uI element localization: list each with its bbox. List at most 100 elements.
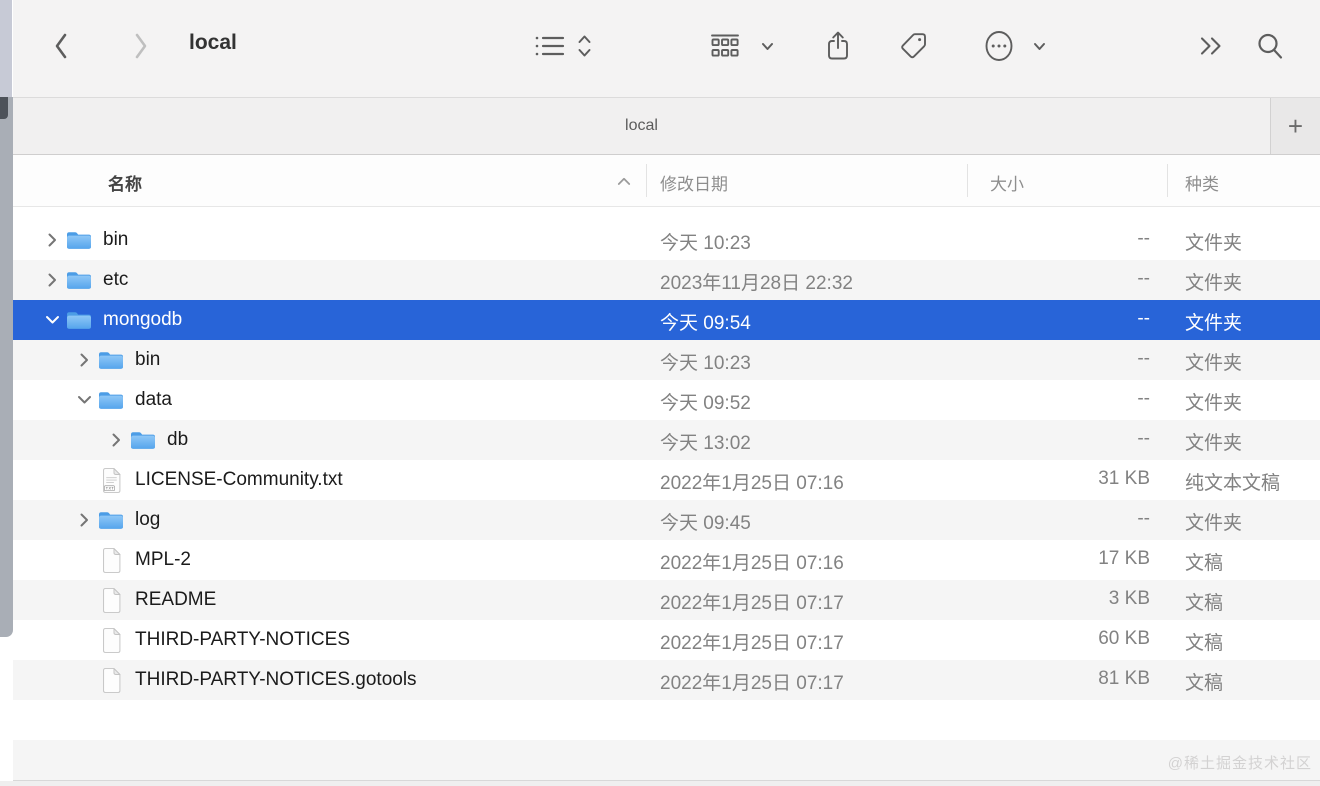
file-date: 2022年1月25日 07:16 <box>660 473 844 494</box>
file-size: 81 KB <box>1098 668 1150 689</box>
file-name: THIRD-PARTY-NOTICES.gotools <box>135 669 417 690</box>
share-button[interactable] <box>819 28 857 64</box>
file-name-cell: bin <box>13 340 160 380</box>
more-chevron[interactable] <box>1031 28 1047 64</box>
disclosure-chevron-icon[interactable] <box>43 233 61 247</box>
file-kind: 文件夹 <box>1185 313 1243 334</box>
toolbar-overflow-button[interactable] <box>1197 28 1227 64</box>
file-row[interactable]: MPL-2 2022年1月25日 07:16 17 KB 文稿 <box>13 540 1320 580</box>
file-row[interactable]: bin 今天 10:23 -- 文件夹 <box>13 340 1320 380</box>
document-file-icon <box>98 667 124 694</box>
tags-button[interactable] <box>895 28 933 64</box>
document-file-icon <box>98 587 124 614</box>
file-kind: 文件夹 <box>1185 393 1243 414</box>
new-tab-button[interactable]: + <box>1270 98 1320 154</box>
folder-icon <box>98 390 124 411</box>
file-name: db <box>167 429 189 450</box>
list-column-headers: 名称 修改日期 大小 种类 <box>13 155 1320 207</box>
group-button[interactable] <box>705 28 745 64</box>
file-row[interactable]: data 今天 09:52 -- 文件夹 <box>13 380 1320 420</box>
file-row[interactable]: log 今天 09:45 -- 文件夹 <box>13 500 1320 540</box>
document-file-icon <box>98 627 124 654</box>
file-row[interactable]: bin 今天 10:23 -- 文件夹 <box>13 220 1320 260</box>
tab-local[interactable]: local <box>13 98 1270 154</box>
disclosure-chevron-icon[interactable] <box>43 313 61 327</box>
file-date: 今天 10:23 <box>660 353 751 374</box>
text-file-icon <box>98 467 124 494</box>
file-name-cell: db <box>13 420 188 460</box>
file-row[interactable]: THIRD-PARTY-NOTICES.gotools 2022年1月25日 0… <box>13 660 1320 700</box>
window-bottom-shadow <box>0 781 1320 786</box>
file-name-cell: bin <box>13 220 128 260</box>
view-mode-button[interactable] <box>531 28 569 64</box>
file-date: 今天 09:54 <box>660 313 751 334</box>
background-window-edge <box>0 0 12 97</box>
column-header-kind[interactable]: 种类 <box>1185 170 1219 195</box>
file-row[interactable]: db 今天 13:02 -- 文件夹 <box>13 420 1320 460</box>
file-kind: 文件夹 <box>1185 433 1243 454</box>
disclosure-chevron-icon[interactable] <box>75 353 93 367</box>
folder-icon <box>98 510 124 531</box>
search-button[interactable] <box>1251 28 1289 64</box>
file-date: 2022年1月25日 07:17 <box>660 633 844 654</box>
column-divider[interactable] <box>1167 164 1168 197</box>
finder-content: local local + 名称 修改日期 大小 种类 bin 今天 10:23… <box>13 0 1320 786</box>
file-date: 今天 09:45 <box>660 513 751 534</box>
file-date: 2022年1月25日 07:16 <box>660 553 844 574</box>
file-list: bin 今天 10:23 -- 文件夹 etc 2023年11月28日 22:3… <box>13 207 1320 786</box>
disclosure-chevron-icon[interactable] <box>43 273 61 287</box>
file-kind: 纯文本文稿 <box>1185 473 1281 494</box>
folder-icon <box>66 230 92 251</box>
file-kind: 文稿 <box>1185 553 1224 574</box>
folder-icon <box>98 350 124 371</box>
file-date: 今天 09:52 <box>660 393 751 414</box>
forward-button[interactable] <box>123 28 159 64</box>
disclosure-chevron-icon[interactable] <box>75 393 93 407</box>
file-date: 2022年1月25日 07:17 <box>660 673 844 694</box>
column-header-date[interactable]: 修改日期 <box>660 170 728 195</box>
file-size: -- <box>1137 228 1150 249</box>
file-kind: 文稿 <box>1185 593 1224 614</box>
back-chevron-icon <box>55 33 67 59</box>
file-name-cell: THIRD-PARTY-NOTICES <box>13 620 350 660</box>
file-row[interactable]: etc 2023年11月28日 22:32 -- 文件夹 <box>13 260 1320 300</box>
disclosure-chevron-icon[interactable] <box>107 433 125 447</box>
file-kind: 文稿 <box>1185 633 1224 654</box>
disclosure-chevron-icon[interactable] <box>75 513 93 527</box>
file-size: -- <box>1137 428 1150 449</box>
column-header-name[interactable]: 名称 <box>108 170 142 195</box>
file-name-cell: LICENSE-Community.txt <box>13 460 343 500</box>
list-view-icon <box>535 36 565 56</box>
file-name: mongodb <box>103 309 183 330</box>
file-row[interactable]: THIRD-PARTY-NOTICES 2022年1月25日 07:17 60 … <box>13 620 1320 660</box>
file-size: -- <box>1137 348 1150 369</box>
back-button[interactable] <box>43 28 79 64</box>
file-name-cell: log <box>13 500 160 540</box>
file-name: etc <box>103 269 129 290</box>
chevron-down-icon <box>1033 42 1045 50</box>
more-actions-button[interactable] <box>979 28 1019 64</box>
file-name: LICENSE-Community.txt <box>135 469 343 490</box>
document-file-icon <box>98 547 124 574</box>
file-row[interactable]: README 2022年1月25日 07:17 3 KB 文稿 <box>13 580 1320 620</box>
group-chevron[interactable] <box>759 28 775 64</box>
file-name: MPL-2 <box>135 549 191 570</box>
file-size: 60 KB <box>1098 628 1150 649</box>
file-name: log <box>135 509 161 530</box>
file-date: 今天 10:23 <box>660 233 751 254</box>
file-name: data <box>135 389 172 410</box>
group-by-icon <box>711 34 739 57</box>
file-name-cell: MPL-2 <box>13 540 191 580</box>
file-name-cell: data <box>13 380 172 420</box>
ellipsis-circle-icon <box>985 31 1013 61</box>
file-row[interactable]: LICENSE-Community.txt 2022年1月25日 07:16 3… <box>13 460 1320 500</box>
view-picker-chevrons[interactable] <box>575 28 593 64</box>
toolbar: local <box>13 0 1320 97</box>
column-divider[interactable] <box>646 164 647 197</box>
column-divider[interactable] <box>967 164 968 197</box>
chevron-down-icon <box>761 42 773 50</box>
file-row-selected[interactable]: mongodb 今天 09:54 -- 文件夹 <box>13 300 1320 340</box>
empty-row <box>13 740 1320 780</box>
column-header-size[interactable]: 大小 <box>990 170 1024 195</box>
file-name-cell: mongodb <box>13 300 182 340</box>
